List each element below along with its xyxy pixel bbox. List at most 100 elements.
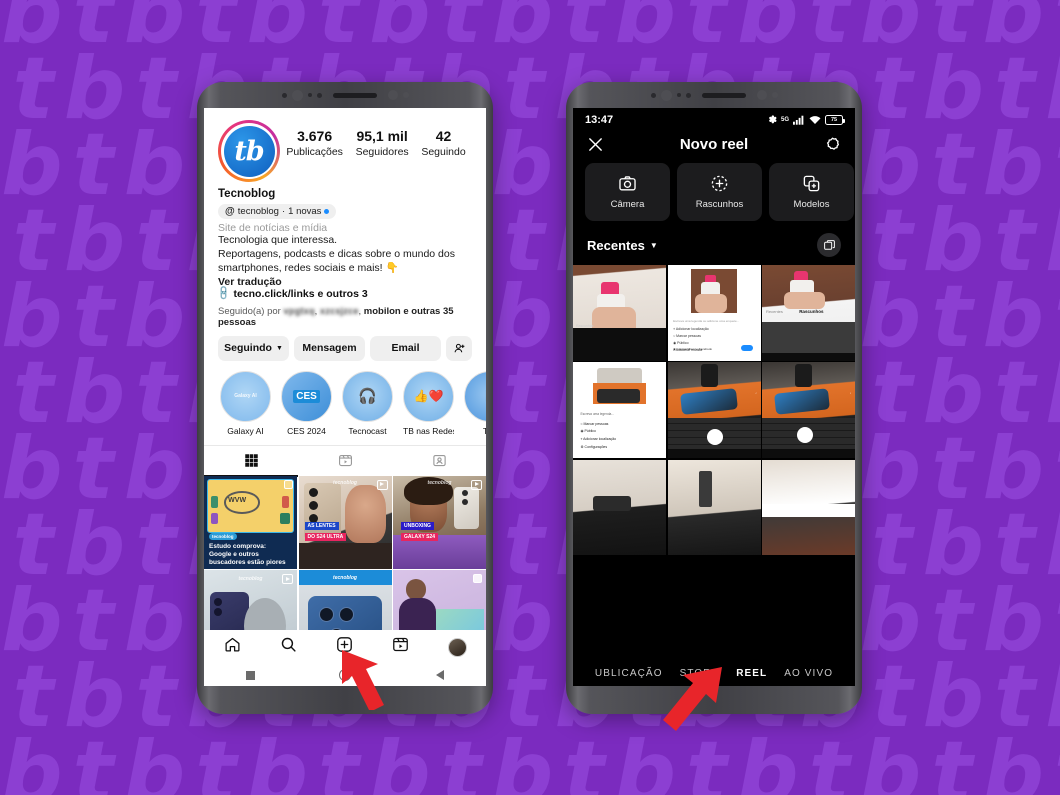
gallery-item[interactable]: Rascunhos — [573, 265, 666, 361]
chevron-down-icon: ▼ — [275, 344, 283, 352]
followed-by-prefix: Seguido(a) por — [218, 305, 281, 317]
profile-content-tabs — [204, 444, 486, 477]
home-circle-button[interactable] — [339, 669, 352, 681]
highlight-tecnocast[interactable]: 🎧 Tecnocast — [342, 370, 393, 436]
right-phone-frame: 13:47 ✽ 5G 75 Novo reel Câmera Rascunhos… — [566, 82, 862, 714]
tagged-tab[interactable] — [392, 446, 486, 476]
profile-avatar[interactable] — [447, 637, 467, 657]
chevron-down-icon: ▼ — [649, 240, 658, 250]
settings-gear-icon[interactable] — [824, 136, 841, 153]
grid-tab[interactable] — [204, 446, 298, 477]
instagram-bottom-nav — [204, 630, 486, 686]
search-icon[interactable] — [280, 636, 297, 658]
highlight-cover: 🎧 — [342, 370, 393, 422]
highlight-ces-2024[interactable]: CES CES 2024 — [281, 370, 332, 436]
network-5g-label: 5G — [780, 117, 789, 123]
sensor-dot-icon — [402, 92, 409, 98]
pointing-down-emoji-icon: 👇 — [385, 261, 399, 274]
stat-followers[interactable]: 95,1 mil Seguidores — [356, 128, 409, 158]
profile-link-text: tecno.click/links e outros 3 — [233, 287, 368, 300]
gallery-item[interactable] — [667, 459, 761, 556]
templates-icon — [803, 175, 820, 192]
reel-badge-icon — [282, 574, 293, 585]
stat-following-value: 42 — [435, 128, 452, 144]
following-button[interactable]: Seguindo ▼ — [218, 335, 289, 361]
grid-post-2[interactable]: AS LENTES DO S24 ULTRA tecnoblog — [298, 475, 392, 569]
stat-followers-label: Seguidores — [355, 146, 409, 158]
status-bar-time: 13:47 — [585, 114, 614, 126]
stat-following[interactable]: 42 Seguindo — [421, 128, 465, 158]
followed-by-text: Seguido(a) por vpgtxq, xzcsjzce, mobilon… — [218, 305, 454, 328]
highlight-tb-nas-redes[interactable]: 👍❤️ TB nas Redes — [403, 370, 454, 436]
grid-post-1[interactable]: WVW tecnoblog Estudo comprova: Google e … — [204, 475, 297, 569]
gallery-item[interactable] — [762, 459, 855, 556]
left-phone-bezel — [197, 82, 493, 108]
chip-modelos[interactable]: Modelos — [769, 163, 854, 221]
highlight-testes[interactable]: 📱 Tes — [464, 370, 486, 436]
sensor-dot-icon — [650, 92, 656, 98]
message-button-label: Mensagem — [302, 342, 357, 355]
grid-post-3[interactable]: UNBOXING GALAXY S24 tecnoblog — [393, 475, 486, 569]
left-phone-screen: tb 3.676 Publicações 95,1 mil Seguidores… — [204, 108, 486, 686]
reels-tab[interactable] — [298, 446, 392, 476]
create-plus-icon[interactable] — [336, 636, 353, 658]
chip-modelos-label: Modelos — [793, 199, 830, 210]
threads-icon: @ — [225, 206, 235, 217]
email-button[interactable]: Email — [370, 335, 441, 361]
tab-reel[interactable]: REEL — [736, 668, 767, 679]
threads-new-count: 1 novas — [288, 206, 322, 217]
profile-header: tb 3.676 Publicações 95,1 mil Seguidores… — [204, 108, 486, 182]
earpiece-speaker — [332, 92, 377, 98]
battery-icon: 75 — [825, 115, 845, 125]
profile-avatar-story-ring[interactable]: tb — [218, 120, 280, 182]
tab-ao-vivo[interactable]: AO VIVO — [784, 668, 833, 679]
camera-icon — [619, 176, 636, 191]
stat-posts[interactable]: 3.676 Publicações — [286, 128, 343, 158]
status-bar: 13:47 ✽ 5G 75 — [573, 108, 855, 130]
profile-bio-line-2: Reportagens, podcasts e dicas sobre o mu… — [218, 247, 455, 260]
tab-story[interactable]: STORY — [680, 668, 720, 679]
gallery-item[interactable]: Escreva uma legenda ou adicione uma enqu… — [667, 265, 761, 361]
gallery-item[interactable] — [573, 459, 666, 556]
highlight-label: TB nas Redes — [403, 425, 454, 436]
add-person-button[interactable] — [446, 335, 472, 361]
sensor-dot-icon — [756, 90, 767, 100]
stat-posts-label: Publicações — [286, 146, 343, 158]
threads-badge[interactable]: @ tecnoblog · 1 novas — [218, 204, 337, 219]
multi-select-button[interactable] — [817, 233, 841, 257]
profile-bio-line-3-text: smartphones, redes sociais e mais! — [218, 261, 383, 274]
message-button[interactable]: Mensagem — [294, 335, 365, 361]
profile-bio-line-1: Tecnologia que interessa. — [218, 234, 338, 246]
chip-camera[interactable]: Câmera — [585, 163, 670, 221]
gallery-item[interactable]: ♪ — [762, 362, 855, 459]
left-phone-frame: tb 3.676 Publicações 95,1 mil Seguidores… — [197, 82, 493, 714]
reels-icon — [338, 455, 352, 467]
gallery-source-row: Recentes ▼ — [573, 221, 855, 265]
email-button-label: Email — [391, 342, 420, 355]
gallery-item[interactable]: Escreva uma legenda... ⌾ Marcar pessoas … — [573, 362, 666, 459]
highlight-cover: 📱 — [464, 370, 486, 422]
gallery-source-selector[interactable]: Recentes ▼ — [587, 238, 658, 253]
chip-rascunhos-label: Rascunhos — [695, 199, 744, 210]
close-x-icon[interactable] — [587, 136, 604, 153]
carousel-badge-icon — [284, 479, 293, 489]
stat-posts-value: 3.676 — [297, 128, 333, 144]
profile-bio-line-3: smartphones, redes sociais e mais! 👇 — [218, 262, 472, 276]
see-translation-link[interactable]: Ver tradução — [218, 276, 472, 288]
chip-rascunhos[interactable]: Rascunhos — [677, 163, 762, 221]
back-triangle-button[interactable] — [435, 670, 444, 680]
right-phone-bezel — [566, 82, 862, 108]
followed-by-blurred-name-2: xzcsjzce — [319, 305, 359, 317]
gallery-item[interactable]: ♪ — [667, 362, 761, 459]
tab-publicacao[interactable]: UBLICAÇÃO — [595, 668, 663, 679]
sensor-dot-icon — [685, 92, 691, 98]
stat-following-label: Seguindo — [421, 146, 466, 158]
highlight-galaxy-ai[interactable]: Galaxy AI Galaxy AI — [220, 370, 271, 436]
home-icon[interactable] — [224, 636, 241, 658]
sensor-dot-icon — [281, 92, 287, 98]
reels-icon[interactable] — [392, 636, 409, 658]
gallery-item[interactable]: Recentes Rascunhos — [762, 265, 855, 361]
page-title: Novo reel — [679, 136, 749, 153]
profile-link-row[interactable]: 🔗 tecno.click/links e outros 3 — [216, 285, 472, 302]
recents-square-button[interactable] — [246, 670, 256, 680]
